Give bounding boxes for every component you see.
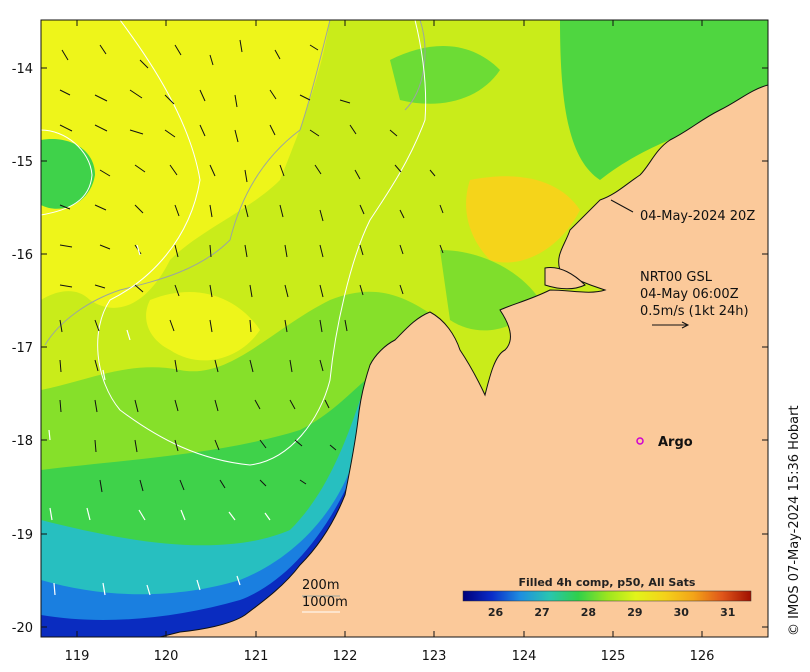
credit-text: © IMOS 07-May-2024 15:36 Hobart: [787, 405, 802, 636]
x-tick-label: 126: [690, 649, 715, 664]
image-time-label: 04-May-2024 20Z: [640, 209, 755, 224]
y-tick-label: -18: [12, 434, 33, 449]
x-tick-label: 122: [333, 649, 358, 664]
current-scale-label: 0.5m/s (1kt 24h): [640, 304, 749, 319]
colorbar-tick-label: 29: [627, 606, 642, 619]
colorbar-tick-label: 30: [674, 606, 690, 619]
x-tick-label: 121: [244, 649, 269, 664]
x-tick-label: 123: [422, 649, 447, 664]
argo-label: Argo: [658, 435, 693, 450]
contour-200m-label: 200m: [302, 578, 339, 593]
x-tick-label: 119: [65, 649, 90, 664]
colorbar-gradient: [462, 590, 752, 602]
y-tick-label: -19: [12, 528, 33, 543]
current-source-label: NRT00 GSL: [640, 270, 713, 285]
y-tick-label: -20: [12, 621, 33, 636]
colorbar-tick-label: 28: [581, 606, 596, 619]
x-tick-labels: 119 120 121 122 123 124 125 126: [65, 649, 715, 664]
y-tick-label: -16: [12, 248, 33, 263]
colorbar-tick-label: 31: [720, 606, 735, 619]
y-tick-label: -17: [12, 341, 33, 356]
x-tick-label: 120: [154, 649, 179, 664]
colorbar-title: Filled 4h comp, p50, All Sats: [519, 576, 696, 589]
map-plot-area: [41, 20, 768, 637]
current-time-label: 04-May 06:00Z: [640, 287, 739, 302]
x-tick-label: 124: [512, 649, 537, 664]
contour-1000m-label: 1000m: [302, 595, 348, 610]
y-tick-label: -15: [12, 155, 33, 170]
colorbar-tick-label: 26: [488, 606, 504, 619]
y-tick-labels: -14 -15 -16 -17 -18 -19 -20: [12, 62, 33, 636]
y-tick-label: -14: [12, 62, 33, 77]
x-tick-label: 125: [601, 649, 626, 664]
sst-map: 119 120 121 122 123 124 125 126 -14 -15 …: [12, 19, 802, 664]
colorbar-tick-label: 27: [534, 606, 549, 619]
